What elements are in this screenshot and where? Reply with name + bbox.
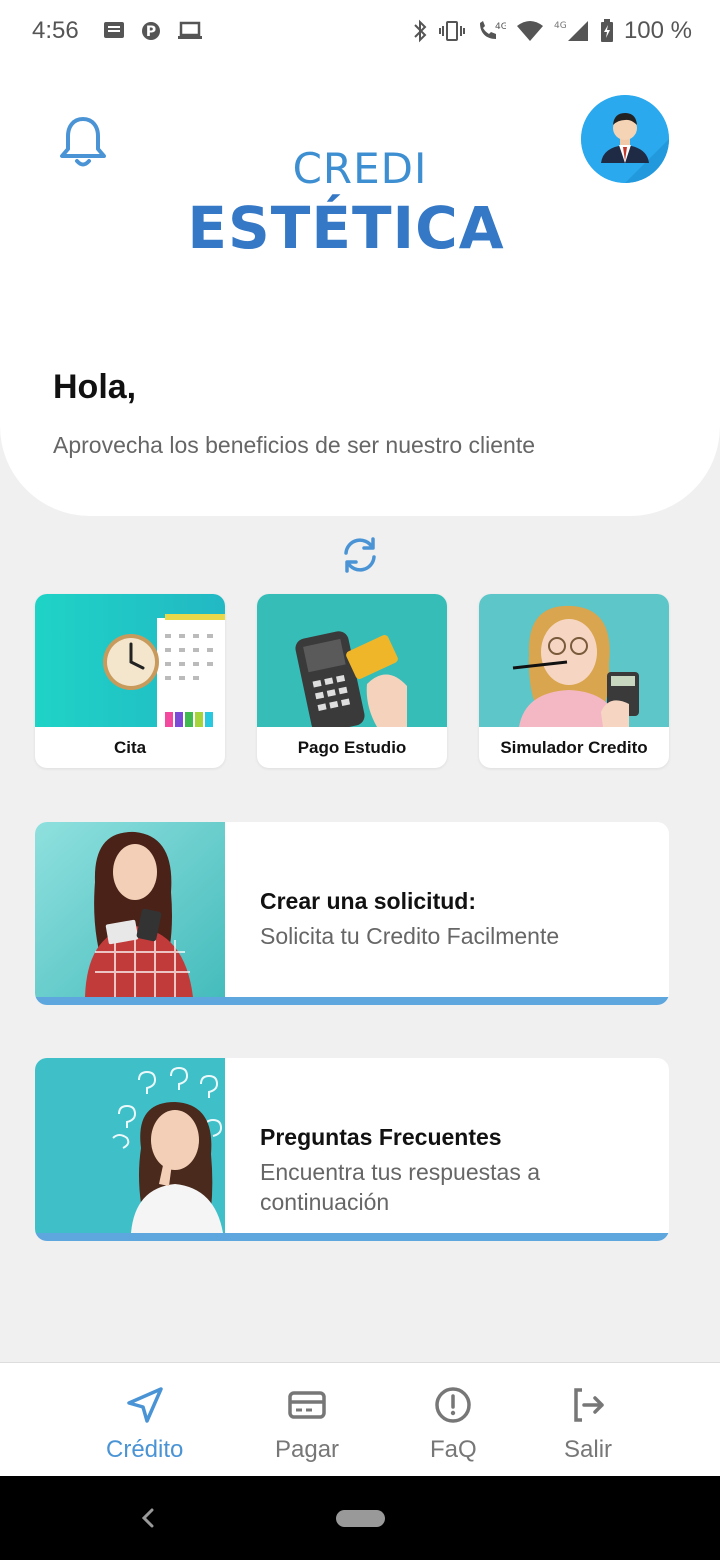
- bottom-nav: Crédito Pagar FaQ Salir: [0, 1362, 720, 1476]
- card-accent-bar: [35, 997, 669, 1005]
- nav-faq[interactable]: FaQ: [430, 1385, 477, 1464]
- calendar-clock-image: [35, 594, 225, 727]
- nav-salir-label: Salir: [564, 1436, 613, 1463]
- card-preguntas-frecuentes[interactable]: Preguntas Frecuentes Encuentra tus respu…: [35, 1058, 669, 1241]
- logo-estetica: ESTÉTICA: [187, 194, 505, 262]
- tile-cita[interactable]: Cita: [35, 594, 225, 768]
- tile-pago-estudio-label: Pago Estudio: [297, 737, 407, 757]
- woman-question-marks-image: [35, 1058, 225, 1233]
- header-card: CREDI ESTÉTICA Hola, Aprovecha los benef…: [0, 62, 720, 516]
- woman-phone-card-image: [35, 822, 225, 997]
- card-accent-bar: [35, 1233, 669, 1241]
- wifi-icon: [516, 20, 544, 42]
- tile-cita-label: Cita: [113, 737, 147, 757]
- status-time: 4:56: [32, 17, 79, 44]
- card-crear-solicitud-title: Crear una solicitud:: [260, 888, 476, 914]
- battery-icon: [600, 19, 614, 43]
- nav-credito-label: Crédito: [106, 1436, 184, 1463]
- laptop-icon: [177, 21, 203, 41]
- signal-icon: 4G: [554, 19, 590, 43]
- card-crear-solicitud-text: Solicita tu Credito Facilmente: [260, 923, 560, 949]
- battery-percent: 100 %: [623, 17, 692, 44]
- message-icon: [103, 21, 125, 41]
- card-preguntas-frecuentes-title: Preguntas Frecuentes: [260, 1124, 502, 1150]
- alert-circle-icon: [433, 1385, 473, 1430]
- logo-credi: CREDI: [292, 144, 428, 193]
- card-preguntas-frecuentes-text: Encuentra tus respuestas a continuación: [260, 1159, 540, 1215]
- greeting-title: Hola,: [53, 368, 137, 406]
- home-pill-button[interactable]: [336, 1510, 385, 1527]
- tile-simulador-credito[interactable]: Simulador Credito: [479, 594, 669, 768]
- status-bar: 4:56 P 4G 4G 100 %: [0, 0, 720, 62]
- wifi-call-icon: 4G: [476, 19, 506, 43]
- svg-text:4G: 4G: [554, 21, 567, 31]
- bluetooth-icon: [412, 19, 428, 43]
- vibrate-icon: [438, 19, 466, 43]
- logout-icon: [568, 1385, 608, 1430]
- nav-pagar-label: Pagar: [275, 1436, 340, 1463]
- svg-text:4G: 4G: [495, 22, 506, 32]
- tile-simulador-credito-label: Simulador Credito: [500, 737, 648, 757]
- card-crear-solicitud[interactable]: Crear una solicitud: Solicita tu Credito…: [35, 822, 669, 1005]
- card-icon: [287, 1385, 327, 1430]
- send-icon: [125, 1385, 165, 1430]
- woman-calculator-image: [479, 594, 669, 727]
- tile-pago-estudio[interactable]: Pago Estudio: [257, 594, 447, 768]
- parking-icon: P: [141, 20, 161, 42]
- back-icon[interactable]: [140, 1506, 156, 1535]
- nav-credito[interactable]: Crédito: [106, 1385, 183, 1464]
- nav-faq-label: FaQ: [430, 1436, 477, 1463]
- card-payment-image: [257, 594, 447, 727]
- greeting-subtitle: Aprovecha los beneficios de ser nuestro …: [53, 432, 536, 458]
- nav-salir[interactable]: Salir: [564, 1385, 612, 1464]
- system-nav-bar: [0, 1476, 720, 1560]
- svg-text:P: P: [146, 24, 156, 40]
- refresh-icon[interactable]: [340, 536, 380, 579]
- nav-pagar[interactable]: Pagar: [275, 1385, 339, 1464]
